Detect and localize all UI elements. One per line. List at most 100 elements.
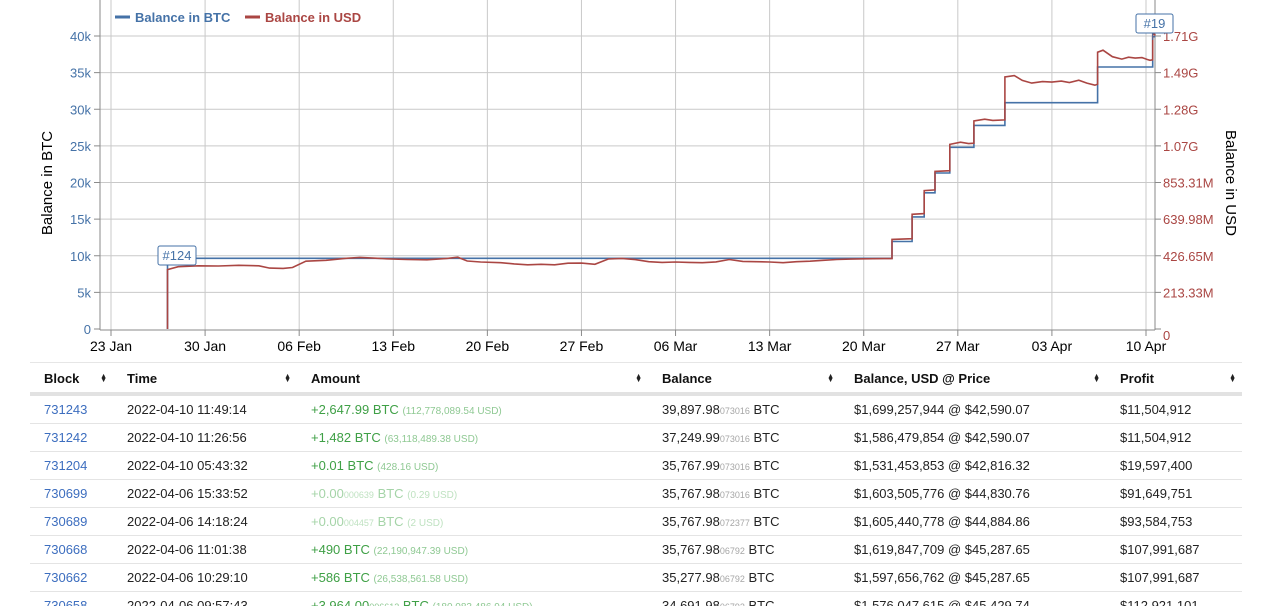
- balance-unit: BTC: [750, 458, 780, 473]
- y-left-tick-label: 40k: [70, 29, 91, 44]
- balance-chart: 05k10k15k20k25k30k35k40k0213.33M426.65M6…: [0, 0, 1262, 362]
- annotation-label: #124: [163, 248, 192, 263]
- time-cell: 2022-04-06 14:18:24: [113, 508, 297, 536]
- block-cell: 731242: [30, 424, 113, 452]
- table-row: 730668 2022-04-06 11:01:38+490 BTC (22,19…: [30, 536, 1242, 564]
- column-header-balance-usd-price[interactable]: Balance, USD @ Price: [840, 363, 1106, 395]
- balance-chart-svg: 05k10k15k20k25k30k35k40k0213.33M426.65M6…: [0, 0, 1262, 362]
- y-right-tick-label: 426.65M: [1163, 249, 1214, 264]
- sort-icon[interactable]: [1093, 375, 1100, 383]
- block-cell: 730668: [30, 536, 113, 564]
- legend-label[interactable]: Balance in USD: [265, 10, 361, 25]
- amount-unit: BTC: [399, 598, 432, 606]
- amount-fraction: 004457: [344, 518, 374, 528]
- balance-value: 37,249.99: [662, 430, 720, 445]
- balance-cell: 34,691.9806792 BTC: [648, 592, 840, 606]
- block-link[interactable]: 730658: [44, 598, 87, 606]
- block-link[interactable]: 730689: [44, 514, 87, 529]
- amount-cell: +586 BTC (26,538,561.58 USD): [297, 564, 648, 592]
- balance-fraction: 072377: [720, 518, 750, 528]
- x-tick-label: 20 Mar: [842, 338, 886, 354]
- block-link[interactable]: 731204: [44, 458, 87, 473]
- column-header-profit[interactable]: Profit: [1106, 363, 1242, 395]
- amount-value: +2,647.99: [311, 402, 369, 417]
- balance-cell: 35,767.98072377 BTC: [648, 508, 840, 536]
- amount-cell: +490 BTC (22,190,947.39 USD): [297, 536, 648, 564]
- sort-icon[interactable]: [827, 375, 834, 383]
- balance-fraction: 06792: [720, 602, 745, 606]
- amount-unit: BTC: [369, 402, 402, 417]
- column-header-label: Time: [127, 371, 157, 386]
- amount-unit: BTC: [344, 458, 377, 473]
- y-left-tick-label: 30k: [70, 102, 91, 117]
- y-left-tick-label: 0: [84, 322, 91, 337]
- block-link[interactable]: 730699: [44, 486, 87, 501]
- y-right-axis-title: Balance in USD: [1222, 130, 1239, 236]
- y-right-tick-label: 639.98M: [1163, 212, 1214, 227]
- sort-icon[interactable]: [100, 375, 107, 383]
- column-header-block[interactable]: Block: [30, 363, 113, 395]
- balance-cell: 37,249.99073016 BTC: [648, 424, 840, 452]
- balance-cell: 35,767.9806792 BTC: [648, 536, 840, 564]
- column-header-label: Block: [44, 371, 79, 386]
- time-cell: 2022-04-10 11:49:14: [113, 394, 297, 424]
- sort-icon[interactable]: [284, 375, 291, 383]
- block-link[interactable]: 731243: [44, 402, 87, 417]
- balance-fraction: 073016: [720, 490, 750, 500]
- x-tick-label: 13 Feb: [371, 338, 415, 354]
- amount-value: +1,482: [311, 430, 351, 445]
- table-row: 7306992022-04-06 15:33:52+0.00000639 BTC…: [30, 480, 1242, 508]
- balance-usd-price-cell: $1,531,453,853 @ $42,816.32: [840, 452, 1106, 480]
- column-header-time[interactable]: Time: [113, 363, 297, 395]
- table-row: 7306582022-04-06 09:57:43+3,964.00006612…: [30, 592, 1242, 606]
- profit-cell: $112,921,101: [1106, 592, 1242, 606]
- x-tick-label: 06 Feb: [277, 338, 321, 354]
- column-header-label: Amount: [311, 371, 360, 386]
- column-header-label: Profit: [1120, 371, 1154, 386]
- table-row: 7312042022-04-10 05:43:32+0.01 BTC (428.…: [30, 452, 1242, 480]
- x-tick-label: 10 Apr: [1126, 338, 1167, 354]
- balance-fraction: 06792: [720, 574, 745, 584]
- legend-label[interactable]: Balance in BTC: [135, 10, 231, 25]
- table-row: 731243 2022-04-10 11:49:14+2,647.99 BTC (…: [30, 394, 1242, 424]
- block-cell: 731243: [30, 394, 113, 424]
- profit-cell: $107,991,687: [1106, 536, 1242, 564]
- balance-value: 34,691.98: [662, 598, 720, 606]
- balance-usd-price-cell: $1,586,479,854 @ $42,590.07: [840, 424, 1106, 452]
- amount-usd: (428.16 USD): [377, 462, 438, 473]
- annotation-label: #19: [1144, 16, 1166, 31]
- time-cell: 2022-04-06 11:01:38: [113, 536, 297, 564]
- profit-cell: $11,504,912: [1106, 394, 1242, 424]
- block-link[interactable]: 730662: [44, 570, 87, 585]
- balance-usd-price-cell: $1,619,847,709 @ $45,287.65: [840, 536, 1106, 564]
- amount-cell: +0.00004457 BTC (2 USD): [297, 508, 648, 536]
- amount-cell: +2,647.99 BTC (112,778,089.54 USD): [297, 394, 648, 424]
- sort-icon[interactable]: [1229, 375, 1236, 383]
- balance-usd-price-cell: $1,605,440,778 @ $44,884.86: [840, 508, 1106, 536]
- block-link[interactable]: 730668: [44, 542, 87, 557]
- column-header-balance[interactable]: Balance: [648, 363, 840, 395]
- amount-cell: +0.00000639 BTC (0.29 USD): [297, 480, 648, 508]
- sort-icon[interactable]: [635, 375, 642, 383]
- x-tick-label: 23 Jan: [90, 338, 132, 354]
- y-left-tick-label: 5k: [77, 285, 91, 300]
- amount-usd: (0.29 USD): [407, 490, 457, 501]
- amount-value: +0.00: [311, 486, 344, 501]
- amount-usd: (22,190,947.39 USD): [374, 546, 469, 557]
- y-right-tick-label: 1.07G: [1163, 139, 1198, 154]
- x-tick-label: 20 Feb: [466, 338, 510, 354]
- amount-fraction: 000639: [344, 490, 374, 500]
- x-tick-label: 27 Feb: [560, 338, 604, 354]
- time-cell: 2022-04-06 15:33:52: [113, 480, 297, 508]
- x-tick-label: 06 Mar: [654, 338, 698, 354]
- transactions-table: Block Time Amount BalanceBalance, USD @ Pri…: [30, 362, 1242, 606]
- amount-usd: (63,118,489.38 USD): [384, 434, 478, 445]
- balance-unit: BTC: [750, 486, 780, 501]
- time-cell: 2022-04-06 09:57:43: [113, 592, 297, 606]
- column-header-amount[interactable]: Amount: [297, 363, 648, 395]
- block-link[interactable]: 731242: [44, 430, 87, 445]
- y-right-tick-label: 1.49G: [1163, 66, 1198, 81]
- y-left-tick-label: 25k: [70, 139, 91, 154]
- amount-usd: (2 USD): [407, 518, 443, 529]
- balance-unit: BTC: [745, 542, 775, 557]
